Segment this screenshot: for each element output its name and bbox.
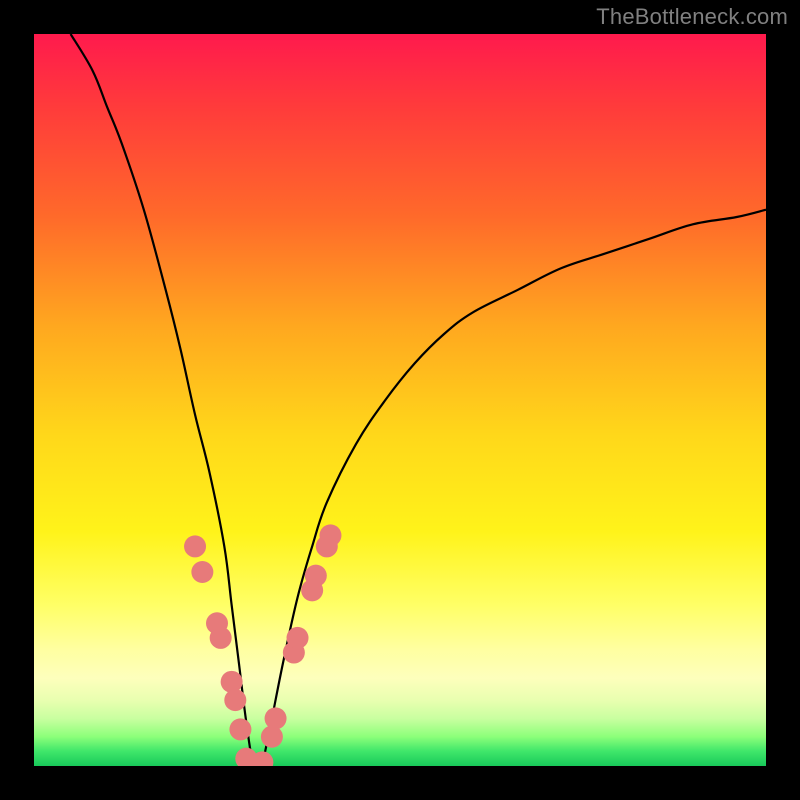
chart-container: TheBottleneck.com	[0, 0, 800, 800]
markers-group	[184, 524, 341, 766]
curve-svg	[34, 34, 766, 766]
data-marker	[229, 718, 251, 740]
data-marker	[305, 565, 327, 587]
data-marker	[265, 707, 287, 729]
data-marker	[221, 671, 243, 693]
data-marker	[191, 561, 213, 583]
bottleneck-curve-path	[71, 34, 766, 766]
data-marker	[287, 627, 309, 649]
watermark-label: TheBottleneck.com	[596, 4, 788, 30]
data-marker	[319, 524, 341, 546]
data-marker	[210, 627, 232, 649]
data-marker	[261, 726, 283, 748]
plot-area	[34, 34, 766, 766]
data-marker	[184, 535, 206, 557]
data-marker	[224, 689, 246, 711]
